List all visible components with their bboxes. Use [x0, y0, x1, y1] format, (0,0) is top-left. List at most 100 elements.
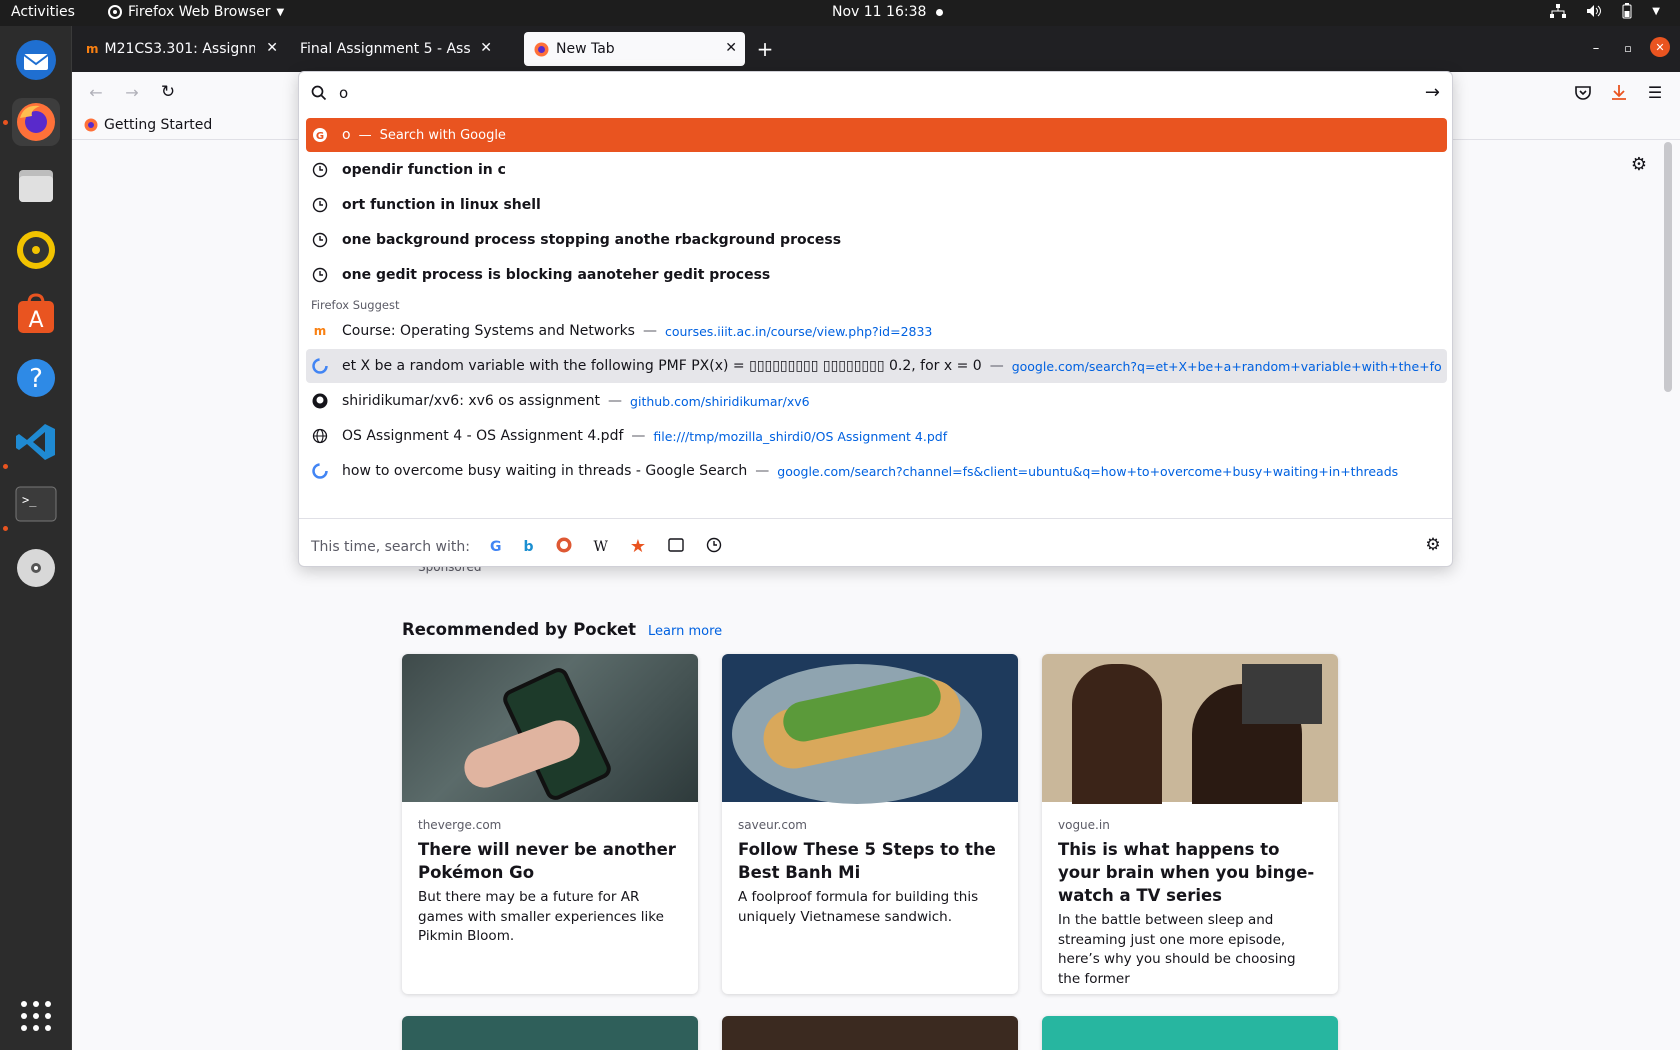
search-query: o [342, 127, 351, 143]
urlbar-input[interactable]: o [339, 84, 348, 102]
bookmark-getting-started[interactable]: Getting Started [84, 117, 212, 133]
terminal-icon[interactable]: >_ [12, 480, 60, 528]
app-name: Firefox Web Browser [128, 4, 271, 20]
pocket-card[interactable]: theverge.com There will never be another… [402, 654, 698, 994]
suggestion-history[interactable]: opendir function in c [306, 153, 1447, 187]
suggestion-title: how to overcome busy waiting in threads … [342, 463, 748, 479]
window-close-icon[interactable]: ✕ [1650, 37, 1670, 57]
dvd-drive-icon[interactable] [12, 544, 60, 592]
back-arrow-icon[interactable]: ← [86, 82, 106, 102]
newtab-settings-gear-icon[interactable]: ⚙ [1627, 152, 1651, 176]
tab-new-tab[interactable]: New Tab ✕ [524, 32, 745, 66]
pocket-card[interactable]: vogue.in This is what happens to your br… [1042, 654, 1338, 994]
downloads-icon[interactable] [1609, 82, 1629, 102]
files-icon[interactable] [12, 162, 60, 210]
suggestion-url: google.com/search?channel=fs&client=ubun… [777, 463, 1399, 479]
pocket-card[interactable]: saveur.com Follow These 5 Steps to the B… [722, 654, 1018, 994]
google-icon: G [312, 127, 328, 143]
card-excerpt: In the battle between sleep and streamin… [1058, 912, 1296, 987]
suggestion-history[interactable]: one background process stopping anothe r… [306, 223, 1447, 257]
moodle-icon: m [86, 42, 99, 56]
system-top-bar: Activities Firefox Web Browser ▼ Nov 11 … [0, 0, 1680, 26]
firefox-icon[interactable] [12, 98, 60, 146]
suggestion-google-search[interactable]: how to overcome busy waiting in threads … [306, 454, 1447, 488]
hamburger-menu-icon[interactable]: ☰ [1645, 82, 1665, 102]
suggestion-bookmark[interactable]: m Course: Operating Systems and Networks… [306, 314, 1447, 348]
bing-engine-icon[interactable]: b [523, 539, 533, 555]
duckduckgo-engine-icon[interactable] [556, 537, 572, 557]
bookmarks-star-icon[interactable]: ★ [630, 536, 646, 557]
card-image [722, 654, 1018, 804]
search-settings-gear-icon[interactable]: ⚙ [1423, 535, 1443, 555]
clock[interactable]: Nov 11 16:38 [832, 4, 944, 20]
pocket-card[interactable] [402, 1016, 698, 1050]
suggestion-history[interactable]: ort function in linux shell [306, 188, 1447, 222]
google-icon [312, 358, 328, 374]
history-clock-icon[interactable] [706, 537, 722, 557]
card-title: There will never be another Pokémon Go [418, 840, 676, 883]
pocket-icon[interactable] [1573, 82, 1593, 102]
firefox-icon [84, 118, 98, 132]
card-title: This is what happens to your brain when … [1058, 840, 1315, 906]
search-icon [311, 85, 327, 101]
system-tray[interactable]: ▼ [1550, 3, 1660, 19]
card-image [1042, 654, 1338, 804]
history-text: one gedit process is blocking aanoteher … [342, 267, 771, 283]
tabs-icon[interactable] [668, 537, 684, 556]
go-arrow-icon[interactable]: → [1425, 82, 1440, 103]
urlbar[interactable]: o → [299, 72, 1452, 114]
tab-final-assignment[interactable]: Final Assignment 5 - Assignm ✕ [290, 32, 500, 66]
clock-icon [312, 232, 328, 248]
show-apps-icon[interactable] [12, 992, 60, 1040]
search-action: Search with Google [379, 127, 506, 143]
network-icon [1550, 4, 1567, 18]
rhythmbox-icon[interactable] [12, 226, 60, 274]
card-excerpt: But there may be a future for AR games w… [418, 889, 664, 945]
pocket-heading: Recommended by Pocket [402, 620, 637, 639]
history-text: ort function in linux shell [342, 197, 541, 213]
new-tab-plus-icon[interactable]: + [752, 36, 778, 62]
thunderbird-icon[interactable] [12, 36, 60, 84]
vscode-icon[interactable] [12, 418, 60, 466]
suggestion-title: et X be a random variable with the follo… [342, 358, 982, 374]
tab-label: New Tab [556, 41, 615, 57]
suggestion-search-google[interactable]: G o — Search with Google [306, 118, 1447, 152]
history-text: opendir function in c [342, 162, 506, 178]
software-store-icon[interactable]: A [12, 290, 60, 338]
card-title: Follow These 5 Steps to the Best Banh Mi [738, 840, 996, 883]
app-menu[interactable]: Firefox Web Browser ▼ [108, 4, 284, 20]
clock-icon [312, 267, 328, 283]
suggestion-local-file[interactable]: OS Assignment 4 - OS Assignment 4.pdf — … [306, 419, 1447, 453]
scrollbar[interactable] [1664, 142, 1672, 392]
google-engine-icon[interactable]: G [490, 539, 502, 555]
bookmark-label: Getting Started [104, 117, 213, 133]
pocket-card[interactable] [722, 1016, 1018, 1050]
chevron-down-icon: ▼ [276, 6, 285, 18]
suggestion-title: OS Assignment 4 - OS Assignment 4.pdf [342, 428, 624, 444]
tab-assignment[interactable]: m M21CS3.301: Assignment ✕ [76, 32, 286, 66]
activities-button[interactable]: Activities [11, 4, 75, 20]
suggestion-github[interactable]: shiridikumar/xv6: xv6 os assignment — gi… [306, 384, 1447, 418]
suggestion-google-search[interactable]: et X be a random variable with the follo… [306, 349, 1447, 383]
tab-label: M21CS3.301: Assignment [104, 41, 255, 57]
learn-more-link[interactable]: Learn more [648, 624, 722, 639]
clock-icon [312, 162, 328, 178]
suggestion-url: github.com/shiridikumar/xv6 [630, 393, 810, 409]
forward-arrow-icon[interactable]: → [122, 82, 142, 102]
wikipedia-engine-icon[interactable]: W [594, 539, 608, 555]
reload-icon[interactable]: ↻ [158, 82, 178, 102]
close-tab-icon[interactable]: ✕ [480, 40, 492, 56]
card-image [402, 654, 698, 804]
minimize-icon[interactable]: – [1586, 38, 1606, 58]
help-icon[interactable]: ? [12, 354, 60, 402]
suggestion-history[interactable]: one gedit process is blocking aanoteher … [306, 258, 1447, 292]
pocket-card[interactable] [1042, 1016, 1338, 1050]
history-text: one background process stopping anothe r… [342, 232, 842, 248]
firefox-app-icon [108, 5, 122, 19]
card-source: theverge.com [418, 818, 502, 832]
dock: A ? >_ [0, 26, 72, 1050]
svg-text:A: A [28, 308, 43, 333]
close-tab-icon[interactable]: ✕ [725, 40, 737, 56]
restore-icon[interactable]: ▫ [1618, 38, 1638, 58]
close-tab-icon[interactable]: ✕ [266, 40, 278, 56]
